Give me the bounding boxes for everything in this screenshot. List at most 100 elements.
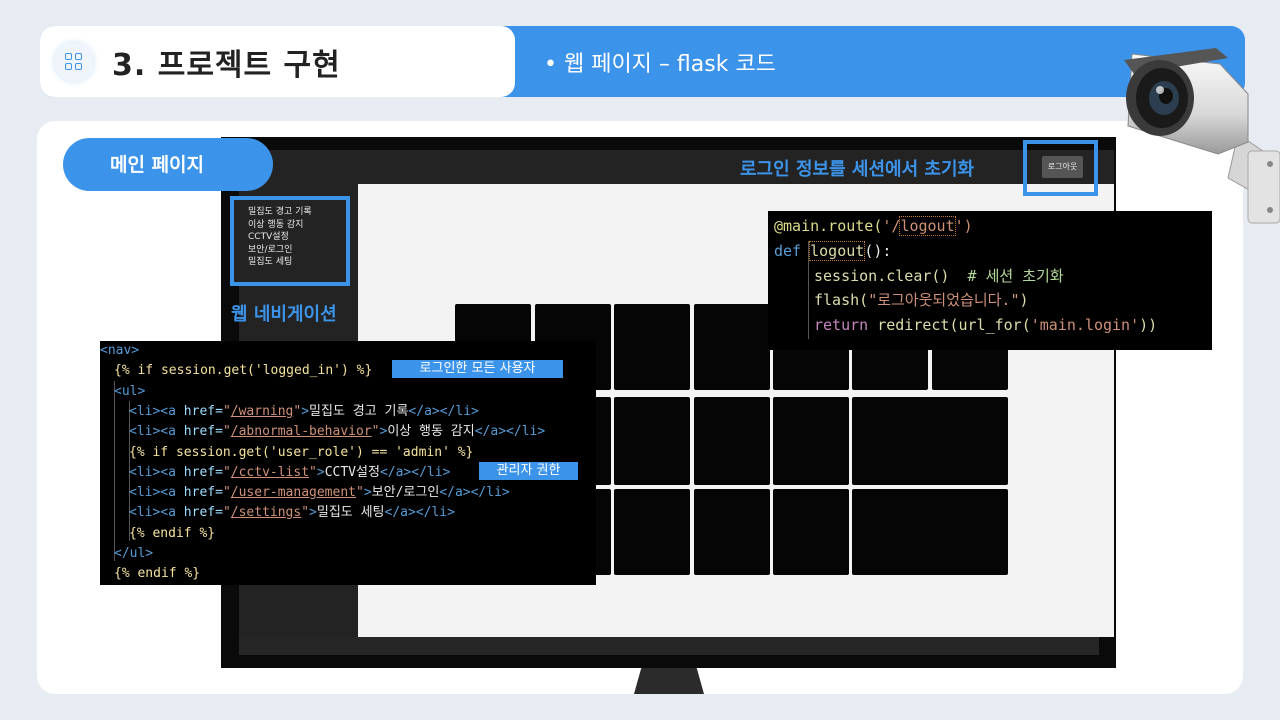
note-admin: 관리자 권한 [479,462,578,480]
code-template-tag: {% if session.get('user_role') == 'admin… [129,444,474,460]
code-attr: href= [183,505,223,521]
code-route-path: logout [899,216,956,236]
code-href: /settings [230,505,302,521]
code-line: {% endif %} [114,564,200,584]
nav-item-warning[interactable]: 밀집도 경고 기록 [248,206,312,219]
code-tag: <li><a [129,505,184,521]
cctv-tile[interactable] [852,489,1008,575]
code-tag: </a></li> [439,485,510,501]
code-line: </ul> [114,544,153,564]
cctv-tile[interactable] [694,304,770,390]
cctv-tile[interactable] [773,397,849,485]
code-tag: > [309,505,317,521]
nav-item-login[interactable]: 보안/로그인 [248,244,312,257]
code-attr: href= [183,424,223,440]
code-tag: </a></li> [384,505,455,521]
code-line: <li><a href="/cctv-list">CCTV설정</a></li> [129,463,450,483]
code-line: <li><a href="/user-management">보안/로그인</a… [129,483,510,503]
code-line: return redirect(url_for('main.login')) [814,314,1157,336]
code-line: session.clear() # 세션 초기화 [814,265,1064,287]
code-link-text: 보안/로그인 [371,485,440,501]
logout-caption: 로그인 정보를 세션에서 초기화 [740,159,975,180]
code-string: '/ [882,217,901,235]
code-attr: href= [183,464,223,480]
grid-icon [54,42,94,82]
web-nav-list: 밀집도 경고 기록 이상 행동 감지 CCTV설정 보안/로그인 밀집도 세팅 [248,206,312,269]
code-template-tag: {% endif %} [114,566,201,582]
code-line: <nav> [100,341,139,361]
web-topbar [239,150,1114,184]
code-attr: href= [183,485,223,501]
code-href: /cctv-list [230,464,310,480]
code-string: " [301,505,310,521]
code-tag: </a></li> [408,403,479,419]
cctv-tile[interactable] [773,489,849,575]
code-line: {% if session.get('user_role') == 'admin… [129,443,473,463]
indent-guide [808,241,809,339]
code-call: session.clear() [814,267,950,285]
code-line: flash("로그아웃되었습니다.") [814,289,1029,311]
slide-subtitle: • 웹 페이지 – flask 코드 [544,52,776,77]
code-tag: <ul> [114,383,146,399]
cctv-tile[interactable] [694,489,770,575]
code-tag: <li><a [129,424,184,440]
cctv-tile[interactable] [694,397,770,485]
code-function-name: logout [809,241,866,261]
code-string: " [222,505,231,521]
code-link-text: CCTV설정 [324,464,380,480]
code-punct: )) [1139,316,1158,334]
code-line: @main.route('/logout') [774,215,973,237]
code-keyword: def [774,242,802,260]
nav-item-cctv[interactable]: CCTV설정 [248,231,312,244]
code-call: flash( [814,291,869,309]
code-string: " [222,403,231,419]
logout-button[interactable]: 로그아웃 [1042,156,1083,178]
code-string: " [356,485,364,501]
cctv-tile[interactable] [614,489,690,575]
code-link-text: 밀집도 경고 기록 [309,403,409,419]
code-href: /warning [230,403,294,419]
nav-caption: 웹 네비게이션 [231,304,337,325]
code-line: <li><a href="/abnormal-behavior">이상 행동 감… [129,422,545,442]
code-line: <li><a href="/warning">밀집도 경고 기록</a></li… [129,402,479,422]
code-tag: <li><a [129,464,184,480]
nav-item-abnormal[interactable]: 이상 행동 감지 [248,219,312,232]
code-tag: </a></li> [379,464,451,480]
slide-title: 3. 프로젝트 구현 [112,48,341,83]
main-page-label: 메인 페이지 [63,138,273,191]
code-href: /abnormal-behavior [230,424,372,440]
code-line: <ul> [114,382,145,402]
code-string: "로그아웃되었습니다." [868,291,1020,309]
code-comment: # 세션 초기화 [949,267,1064,285]
indent-guide [114,381,115,561]
cctv-tile[interactable] [614,304,690,390]
code-string: " [309,464,317,480]
code-line: {% if session.get('logged_in') %} [114,361,372,381]
code-tag: </ul> [114,546,154,561]
code-link-text: 밀집도 세팅 [316,505,385,521]
cctv-camera-icon [1124,48,1280,224]
note-logged-in: 로그인한 모든 사용자 [392,360,563,378]
code-punct: (): [864,242,892,260]
code-string: " [222,424,231,440]
code-tag: > [316,464,325,480]
cctv-tile[interactable] [614,397,690,485]
code-link-text: 이상 행동 감지 [387,424,475,440]
code-punct: ) [1019,291,1029,309]
code-call: redirect(url_for( [868,316,1031,334]
code-line: <li><a href="/settings">밀집도 세팅</a></li> [129,503,455,523]
code-string: " [222,464,231,480]
monitor-stand [634,664,704,694]
cctv-tile[interactable] [852,397,1008,485]
code-tag: > [301,403,310,419]
code-keyword: return [814,316,869,334]
code-tag: </a></li> [474,424,546,440]
code-string: ') [954,217,973,235]
code-tag: <li><a [129,403,184,419]
code-string: 'main.login' [1030,316,1140,334]
code-tag: <li><a [129,485,184,501]
web-footer [239,637,1099,655]
code-attr: href= [183,403,223,419]
nav-item-settings[interactable]: 밀집도 세팅 [248,256,312,269]
code-tag: > [363,485,372,501]
